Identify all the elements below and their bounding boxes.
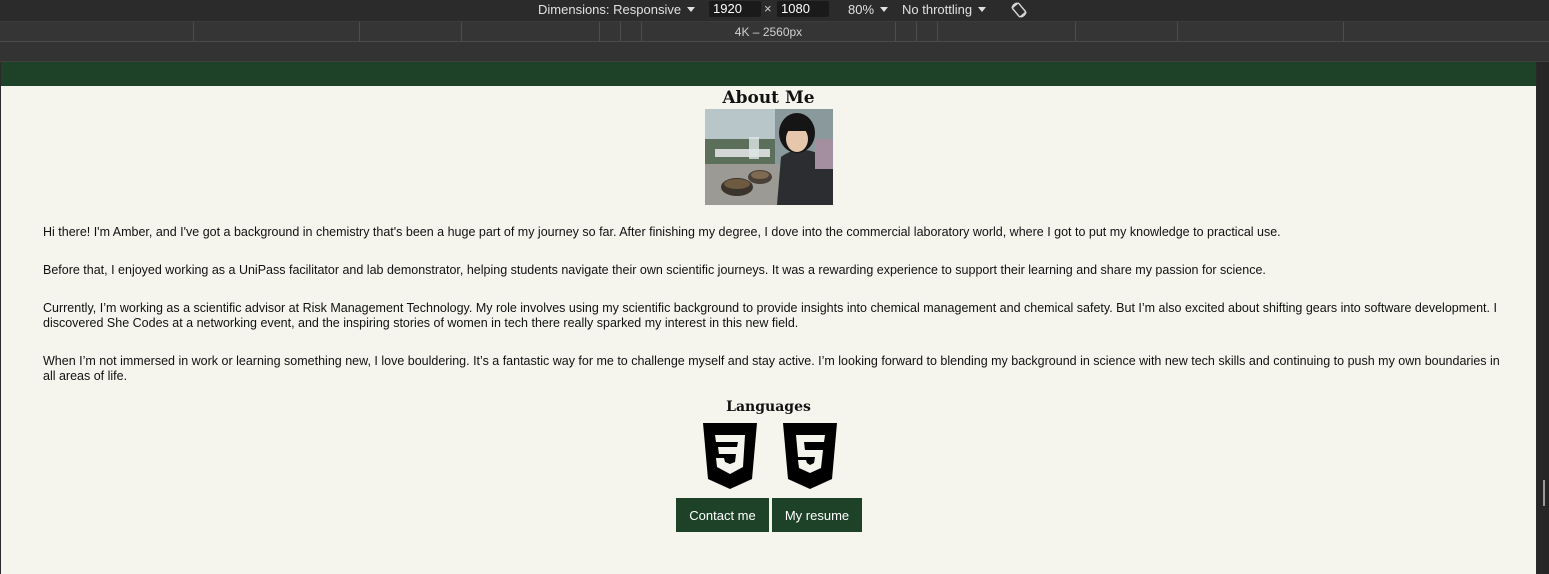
height-input[interactable]: 1080 — [777, 1, 829, 17]
resize-handle[interactable] — [1543, 480, 1545, 506]
media-query-ruler[interactable]: 4K – 2560px — [0, 22, 1549, 42]
zoom-dropdown[interactable]: 80% — [848, 2, 889, 17]
site-header — [1, 62, 1536, 86]
css3-icon — [703, 423, 757, 489]
throttling-dropdown[interactable]: No throttling — [902, 2, 987, 17]
devtools-device-toolbar: Dimensions: Responsive 1920 × 1080 80% N… — [0, 0, 1549, 22]
about-paragraph: When I’m not immersed in work or learnin… — [43, 354, 1500, 383]
zoom-label: 80% — [848, 2, 875, 17]
profile-photo — [705, 109, 833, 205]
dimensions-label: Dimensions: Responsive — [538, 2, 682, 17]
breakpoint-label: 4K – 2560px — [734, 25, 803, 39]
ruler-spacer — [0, 42, 1549, 62]
my-resume-button[interactable]: My resume — [772, 498, 862, 532]
about-title: About Me — [722, 88, 815, 108]
contact-me-button[interactable]: Contact me — [676, 498, 769, 532]
languages-title: Languages — [726, 399, 811, 415]
html5-icon — [783, 423, 837, 489]
action-buttons: Contact me My resume — [676, 498, 862, 532]
times-sign: × — [764, 1, 772, 16]
about-paragraph: Before that, I enjoyed working as a UniP… — [43, 263, 1266, 277]
about-paragraph: Currently, I’m working as a scientific a… — [43, 301, 1497, 330]
chevron-down-icon — [687, 7, 696, 12]
width-input[interactable]: 1920 — [709, 1, 761, 17]
chevron-down-icon — [978, 7, 987, 12]
about-text: Hi there! I'm Amber, and I've got a back… — [43, 225, 1503, 407]
page-viewport: About Me Hi there! I'm Amber, and I've g… — [1, 62, 1536, 574]
throttling-label: No throttling — [902, 2, 973, 17]
chevron-down-icon — [880, 7, 889, 12]
languages-icons — [701, 423, 841, 489]
about-paragraph: Hi there! I'm Amber, and I've got a back… — [43, 225, 1281, 239]
dimensions-dropdown[interactable]: Dimensions: Responsive — [538, 2, 696, 17]
rotate-icon[interactable] — [1009, 0, 1029, 20]
